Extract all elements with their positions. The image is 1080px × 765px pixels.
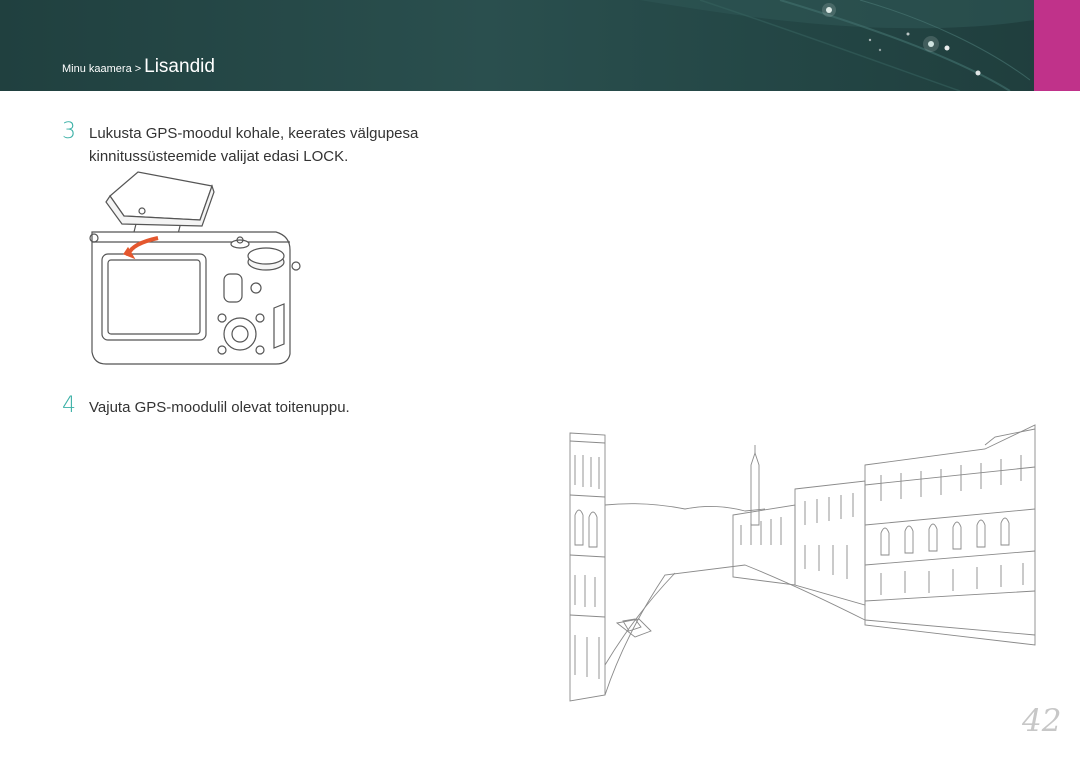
step-text-line: Lukusta GPS-moodul kohale, keerates välg…	[89, 125, 419, 142]
step-text-line: Vajuta GPS-moodulil olevat toitenuppu.	[89, 399, 350, 416]
breadcrumb-current: Lisandid	[144, 56, 215, 77]
city-canal-illustration	[569, 424, 1036, 702]
breadcrumb: Minu kaamera > Lisandid	[62, 56, 215, 78]
breadcrumb-parent[interactable]: Minu kaamera	[62, 63, 132, 75]
step-number: 3	[62, 119, 76, 144]
step-number: 4	[62, 393, 76, 418]
camera-gps-illustration	[89, 171, 301, 365]
breadcrumb-separator: >	[134, 63, 142, 75]
section-tab	[1034, 0, 1080, 91]
page-number: 42	[1022, 703, 1062, 739]
step-text-line: kinnitussüsteemide valijat edasi LOCK.	[89, 148, 349, 165]
header-bar: Minu kaamera > Lisandid	[0, 0, 1080, 91]
